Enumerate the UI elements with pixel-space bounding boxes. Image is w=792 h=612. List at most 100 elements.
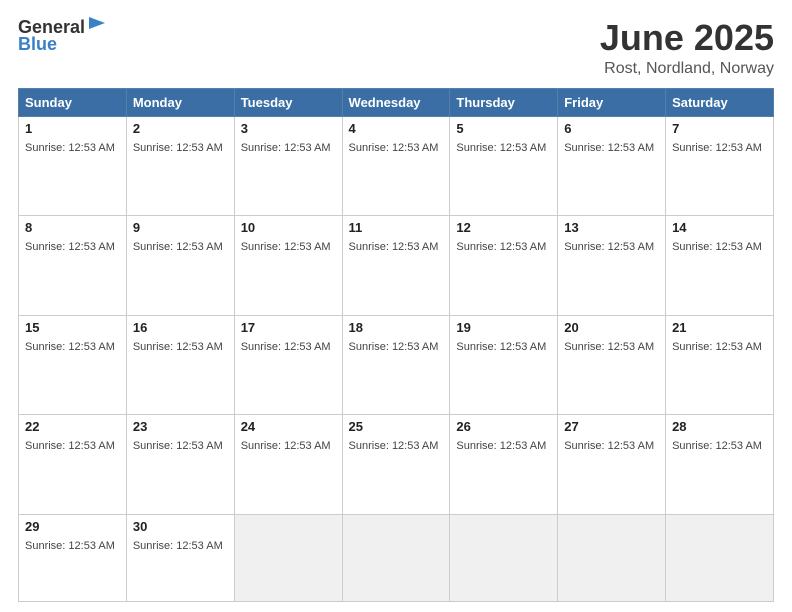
sunrise-info: Sunrise: 12:53 AM bbox=[241, 440, 331, 452]
calendar-week-row: 29 Sunrise: 12:53 AM 30 Sunrise: 12:53 AM bbox=[19, 515, 774, 602]
day-number: 6 bbox=[564, 121, 659, 136]
calendar-week-row: 15Sunrise: 12:53 AM16Sunrise: 12:53 AM17… bbox=[19, 315, 774, 415]
calendar-table: Sunday Monday Tuesday Wednesday Thursday… bbox=[18, 88, 774, 602]
table-row: 18 Sunrise: 12:53 AM bbox=[342, 315, 450, 415]
table-row bbox=[342, 515, 450, 602]
sunrise-info: Sunrise: 12:53 AM bbox=[25, 241, 115, 253]
sunrise-info: Sunrise: 12:53 AM bbox=[456, 440, 546, 452]
table-row: 8 Sunrise: 12:53 AM bbox=[19, 216, 127, 316]
col-wednesday: Wednesday bbox=[342, 88, 450, 116]
table-row: 25Sunrise: 12:53 AM bbox=[342, 415, 450, 515]
table-row: 24 Sunrise: 12:53 AM bbox=[234, 415, 342, 515]
table-row: 4 Sunrise: 12:53 AM bbox=[342, 116, 450, 216]
table-row: 9 Sunrise: 12:53 AM bbox=[126, 216, 234, 316]
col-tuesday: Tuesday bbox=[234, 88, 342, 116]
table-row: 6 Sunrise: 12:53 AM bbox=[558, 116, 666, 216]
table-row: 15Sunrise: 12:53 AM bbox=[19, 315, 127, 415]
day-number: 4 bbox=[349, 121, 444, 136]
sunrise-info: Sunrise: 12:53 AM bbox=[349, 241, 439, 253]
table-row: 22 Sunrise: 12:53 AM bbox=[19, 415, 127, 515]
day-number: 12 bbox=[456, 220, 551, 235]
table-row: 26Sunrise: 12:53 AM bbox=[450, 415, 558, 515]
sunrise-info: Sunrise: 12:53 AM bbox=[133, 341, 223, 353]
table-row: 3 Sunrise: 12:53 AM bbox=[234, 116, 342, 216]
sunrise-info: Sunrise: 12:53 AM bbox=[672, 440, 762, 452]
day-number: 23 bbox=[133, 419, 228, 434]
table-row: 30 Sunrise: 12:53 AM bbox=[126, 515, 234, 602]
day-number: 18 bbox=[349, 320, 444, 335]
title-area: June 2025 Rost, Nordland, Norway bbox=[600, 18, 774, 78]
table-row: 16Sunrise: 12:53 AM bbox=[126, 315, 234, 415]
day-number: 14 bbox=[672, 220, 767, 235]
sunrise-info: Sunrise: 12:53 AM bbox=[133, 440, 223, 452]
logo-blue-text: Blue bbox=[18, 34, 57, 55]
location-title: Rost, Nordland, Norway bbox=[600, 60, 774, 78]
sunrise-info: Sunrise: 12:53 AM bbox=[25, 142, 115, 154]
col-saturday: Saturday bbox=[666, 88, 774, 116]
day-number: 21 bbox=[672, 320, 767, 335]
col-sunday: Sunday bbox=[19, 88, 127, 116]
table-row: 21Sunrise: 12:53 AM bbox=[666, 315, 774, 415]
table-row: 20Sunrise: 12:53 AM bbox=[558, 315, 666, 415]
day-number: 28 bbox=[672, 419, 767, 434]
day-number: 9 bbox=[133, 220, 228, 235]
table-row: 10Sunrise: 12:53 AM bbox=[234, 216, 342, 316]
page: General Blue June 2025 Rost, Nordland, N… bbox=[0, 0, 792, 612]
table-row bbox=[450, 515, 558, 602]
sunrise-info: Sunrise: 12:53 AM bbox=[456, 241, 546, 253]
table-row bbox=[234, 515, 342, 602]
day-number: 7 bbox=[672, 121, 767, 136]
sunrise-info: Sunrise: 12:53 AM bbox=[25, 440, 115, 452]
day-number: 27 bbox=[564, 419, 659, 434]
day-number: 10 bbox=[241, 220, 336, 235]
calendar-week-row: 8Sunrise: 12:53 AM9Sunrise: 12:53 AM10Su… bbox=[19, 216, 774, 316]
table-row: 13Sunrise: 12:53 AM bbox=[558, 216, 666, 316]
table-row: 17 Sunrise: 12:53 AM bbox=[234, 315, 342, 415]
table-row: 2Sunrise: 12:53 AM bbox=[126, 116, 234, 216]
logo-flag-icon bbox=[87, 15, 107, 35]
day-number: 2 bbox=[133, 121, 228, 136]
day-number: 19 bbox=[456, 320, 551, 335]
sunrise-info: Sunrise: 12:53 AM bbox=[25, 341, 115, 353]
sunrise-info: Sunrise: 12:53 AM bbox=[564, 142, 654, 154]
month-title: June 2025 bbox=[600, 18, 774, 58]
logo: General Blue bbox=[18, 18, 107, 55]
day-number: 5 bbox=[456, 121, 551, 136]
table-row: 28 Sunrise: 12:53 AM bbox=[666, 415, 774, 515]
table-row bbox=[558, 515, 666, 602]
sunrise-info: Sunrise: 12:53 AM bbox=[133, 540, 223, 552]
table-row: 14 Sunrise: 12:53 AM bbox=[666, 216, 774, 316]
sunrise-info: Sunrise: 12:53 AM bbox=[349, 341, 439, 353]
day-number: 3 bbox=[241, 121, 336, 136]
sunrise-info: Sunrise: 12:53 AM bbox=[564, 440, 654, 452]
day-number: 8 bbox=[25, 220, 120, 235]
day-number: 22 bbox=[25, 419, 120, 434]
calendar-header-row: Sunday Monday Tuesday Wednesday Thursday… bbox=[19, 88, 774, 116]
sunrise-info: Sunrise: 12:53 AM bbox=[349, 440, 439, 452]
sunrise-info: Sunrise: 12:53 AM bbox=[25, 540, 115, 552]
col-friday: Friday bbox=[558, 88, 666, 116]
sunrise-info: Sunrise: 12:53 AM bbox=[456, 341, 546, 353]
day-number: 24 bbox=[241, 419, 336, 434]
sunrise-info: Sunrise: 12:53 AM bbox=[133, 241, 223, 253]
day-number: 11 bbox=[349, 220, 444, 235]
header: General Blue June 2025 Rost, Nordland, N… bbox=[18, 18, 774, 78]
table-row: 1Sunrise: 12:53 AM bbox=[19, 116, 127, 216]
sunrise-info: Sunrise: 12:53 AM bbox=[349, 142, 439, 154]
sunrise-info: Sunrise: 12:53 AM bbox=[241, 341, 331, 353]
sunrise-info: Sunrise: 12:53 AM bbox=[672, 241, 762, 253]
table-row: 12 Sunrise: 12:53 AM bbox=[450, 216, 558, 316]
table-row: 27 Sunrise: 12:53 AM bbox=[558, 415, 666, 515]
day-number: 30 bbox=[133, 519, 228, 534]
sunrise-info: Sunrise: 12:53 AM bbox=[564, 241, 654, 253]
table-row: 19 Sunrise: 12:53 AM bbox=[450, 315, 558, 415]
day-number: 17 bbox=[241, 320, 336, 335]
table-row: 29 Sunrise: 12:53 AM bbox=[19, 515, 127, 602]
table-row bbox=[666, 515, 774, 602]
sunrise-info: Sunrise: 12:53 AM bbox=[241, 142, 331, 154]
table-row: 7Sunrise: 12:53 AM bbox=[666, 116, 774, 216]
day-number: 29 bbox=[25, 519, 120, 534]
sunrise-info: Sunrise: 12:53 AM bbox=[456, 142, 546, 154]
calendar-week-row: 1Sunrise: 12:53 AM2Sunrise: 12:53 AM3Sun… bbox=[19, 116, 774, 216]
sunrise-info: Sunrise: 12:53 AM bbox=[564, 341, 654, 353]
